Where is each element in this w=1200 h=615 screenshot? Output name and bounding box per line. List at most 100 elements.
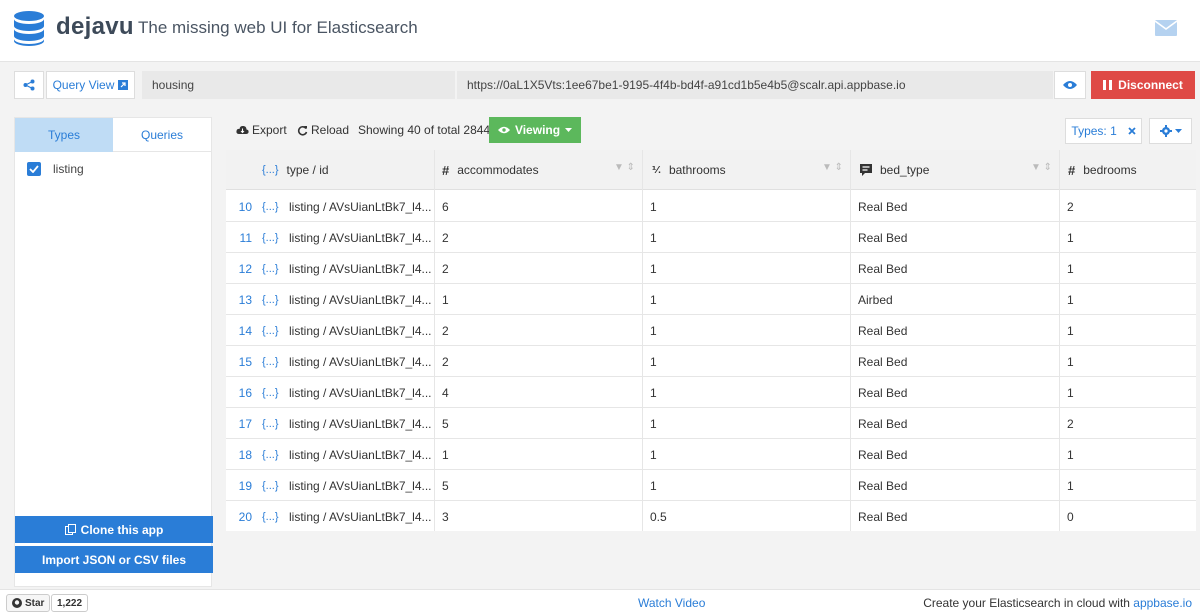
appbase-link[interactable]: appbase.io xyxy=(1133,596,1192,610)
column-header-bedrooms[interactable]: # bedrooms xyxy=(1068,150,1137,190)
row-type-id[interactable]: listing / AVsUianLtBk7_l4... xyxy=(289,377,432,408)
cell-bathrooms[interactable]: 1 xyxy=(650,346,657,377)
cell-accommodates[interactable]: 2 xyxy=(442,315,449,346)
row-type-id[interactable]: listing / AVsUianLtBk7_l4... xyxy=(289,346,432,377)
type-checkbox[interactable] xyxy=(27,162,41,176)
toggle-url-visibility-button[interactable] xyxy=(1054,71,1086,99)
table-row[interactable]: 19 {...} listing / AVsUianLtBk7_l4... 5 1 Rea… xyxy=(226,470,1196,501)
cell-bed-type[interactable]: Real Bed xyxy=(858,346,907,377)
cell-bed-type[interactable]: Real Bed xyxy=(858,377,907,408)
cell-bathrooms[interactable]: 1 xyxy=(650,377,657,408)
cell-bathrooms[interactable]: 1 xyxy=(650,315,657,346)
row-type-id[interactable]: listing / AVsUianLtBk7_l4... xyxy=(289,191,432,222)
cell-accommodates[interactable]: 6 xyxy=(442,191,449,222)
cell-bedrooms[interactable]: 1 xyxy=(1067,284,1074,315)
json-view-icon[interactable]: {...} xyxy=(262,191,279,222)
column-header-bathrooms[interactable]: ⅟. bathrooms xyxy=(652,150,726,190)
cell-bedrooms[interactable]: 0 xyxy=(1067,501,1074,531)
viewing-mode-dropdown[interactable]: Viewing xyxy=(489,117,581,143)
export-button[interactable]: Export xyxy=(236,117,287,143)
cell-bed-type[interactable]: Real Bed xyxy=(858,408,907,439)
cell-accommodates[interactable]: 2 xyxy=(442,346,449,377)
cell-bathrooms[interactable]: 1 xyxy=(650,253,657,284)
row-type-id[interactable]: listing / AVsUianLtBk7_l4... xyxy=(289,408,432,439)
cell-bedrooms[interactable]: 2 xyxy=(1067,191,1074,222)
cell-accommodates[interactable]: 1 xyxy=(442,439,449,470)
cell-bed-type[interactable]: Real Bed xyxy=(858,470,907,501)
close-icon[interactable] xyxy=(1127,127,1136,135)
column-header-type-id[interactable]: {...} type / id xyxy=(262,150,329,190)
cell-bathrooms[interactable]: 1 xyxy=(650,191,657,222)
cell-bedrooms[interactable]: 1 xyxy=(1067,346,1074,377)
filter-sort-icon[interactable]: ▼ ⇕ xyxy=(822,162,843,173)
row-type-id[interactable]: listing / AVsUianLtBk7_l4... xyxy=(289,501,432,531)
column-header-accommodates[interactable]: # accommodates xyxy=(442,150,539,190)
github-star-count[interactable]: 1,222 xyxy=(51,594,89,612)
cell-accommodates[interactable]: 5 xyxy=(442,470,449,501)
cell-bedrooms[interactable]: 1 xyxy=(1067,222,1074,253)
cell-bedrooms[interactable]: 1 xyxy=(1067,439,1074,470)
cell-accommodates[interactable]: 5 xyxy=(442,408,449,439)
json-view-icon[interactable]: {...} xyxy=(262,408,279,439)
cell-bedrooms[interactable]: 1 xyxy=(1067,315,1074,346)
json-view-icon[interactable]: {...} xyxy=(262,222,279,253)
filter-sort-icon[interactable]: ▼ ⇕ xyxy=(1031,162,1052,173)
table-row[interactable]: 13 {...} listing / AVsUianLtBk7_l4... 1 1 Air… xyxy=(226,284,1196,315)
json-view-icon[interactable]: {...} xyxy=(262,253,279,284)
cell-bed-type[interactable]: Real Bed xyxy=(858,222,907,253)
watch-video-link[interactable]: Watch Video xyxy=(638,596,705,610)
cell-bedrooms[interactable]: 1 xyxy=(1067,470,1074,501)
table-row[interactable]: 12 {...} listing / AVsUianLtBk7_l4... 2 1 Rea… xyxy=(226,253,1196,284)
row-type-id[interactable]: listing / AVsUianLtBk7_l4... xyxy=(289,439,432,470)
cell-bathrooms[interactable]: 1 xyxy=(650,408,657,439)
cell-bathrooms[interactable]: 0.5 xyxy=(650,501,667,531)
mail-icon[interactable] xyxy=(1155,20,1177,36)
column-header-bed-type[interactable]: bed_type xyxy=(860,150,929,190)
cell-bed-type[interactable]: Real Bed xyxy=(858,191,907,222)
filter-sort-icon[interactable]: ▼ ⇕ xyxy=(614,162,635,173)
json-view-icon[interactable]: {...} xyxy=(262,470,279,501)
table-row[interactable]: 20 {...} listing / AVsUianLtBk7_l4... 3 0.5 R… xyxy=(226,501,1196,531)
app-name-input[interactable] xyxy=(142,71,455,99)
row-type-id[interactable]: listing / AVsUianLtBk7_l4... xyxy=(289,284,432,315)
tab-types[interactable]: Types xyxy=(15,118,113,152)
cell-accommodates[interactable]: 4 xyxy=(442,377,449,408)
clone-app-button[interactable]: Clone this app xyxy=(15,516,213,543)
type-item-listing[interactable]: listing xyxy=(27,162,84,176)
table-row[interactable]: 10 {...} listing / AVsUianLtBk7_l4... 6 1 Rea… xyxy=(226,191,1196,222)
types-filter-button[interactable]: Types: 1 xyxy=(1065,118,1142,144)
table-row[interactable]: 18 {...} listing / AVsUianLtBk7_l4... 1 1 Rea… xyxy=(226,439,1196,470)
cell-bed-type[interactable]: Real Bed xyxy=(858,315,907,346)
cell-accommodates[interactable]: 2 xyxy=(442,253,449,284)
table-row[interactable]: 17 {...} listing / AVsUianLtBk7_l4... 5 1 Rea… xyxy=(226,408,1196,439)
json-view-icon[interactable]: {...} xyxy=(262,501,279,531)
cell-bedrooms[interactable]: 1 xyxy=(1067,377,1074,408)
cell-bathrooms[interactable]: 1 xyxy=(650,439,657,470)
cell-bed-type[interactable]: Airbed xyxy=(858,284,893,315)
cell-bed-type[interactable]: Real Bed xyxy=(858,439,907,470)
json-view-icon[interactable]: {...} xyxy=(262,284,279,315)
row-type-id[interactable]: listing / AVsUianLtBk7_l4... xyxy=(289,315,432,346)
table-row[interactable]: 16 {...} listing / AVsUianLtBk7_l4... 4 1 Rea… xyxy=(226,377,1196,408)
share-button[interactable] xyxy=(14,71,44,99)
table-row[interactable]: 14 {...} listing / AVsUianLtBk7_l4... 2 1 Rea… xyxy=(226,315,1196,346)
reload-button[interactable]: Reload xyxy=(297,117,349,143)
cell-accommodates[interactable]: 3 xyxy=(442,501,449,531)
cell-bed-type[interactable]: Real Bed xyxy=(858,501,907,531)
table-row[interactable]: 11 {...} listing / AVsUianLtBk7_l4... 2 1 Rea… xyxy=(226,222,1196,253)
row-type-id[interactable]: listing / AVsUianLtBk7_l4... xyxy=(289,222,432,253)
json-view-icon[interactable]: {...} xyxy=(262,315,279,346)
query-view-button[interactable]: Query View xyxy=(46,71,135,99)
cluster-url-input[interactable] xyxy=(457,71,1053,99)
cell-bedrooms[interactable]: 1 xyxy=(1067,253,1074,284)
tab-queries[interactable]: Queries xyxy=(113,118,211,152)
json-view-icon[interactable]: {...} xyxy=(262,439,279,470)
import-files-button[interactable]: Import JSON or CSV files xyxy=(15,546,213,573)
settings-dropdown[interactable] xyxy=(1149,118,1192,144)
table-row[interactable]: 15 {...} listing / AVsUianLtBk7_l4... 2 1 Rea… xyxy=(226,346,1196,377)
cell-accommodates[interactable]: 2 xyxy=(442,222,449,253)
disconnect-button[interactable]: Disconnect xyxy=(1091,71,1195,99)
cell-accommodates[interactable]: 1 xyxy=(442,284,449,315)
cell-bathrooms[interactable]: 1 xyxy=(650,222,657,253)
cell-bed-type[interactable]: Real Bed xyxy=(858,253,907,284)
